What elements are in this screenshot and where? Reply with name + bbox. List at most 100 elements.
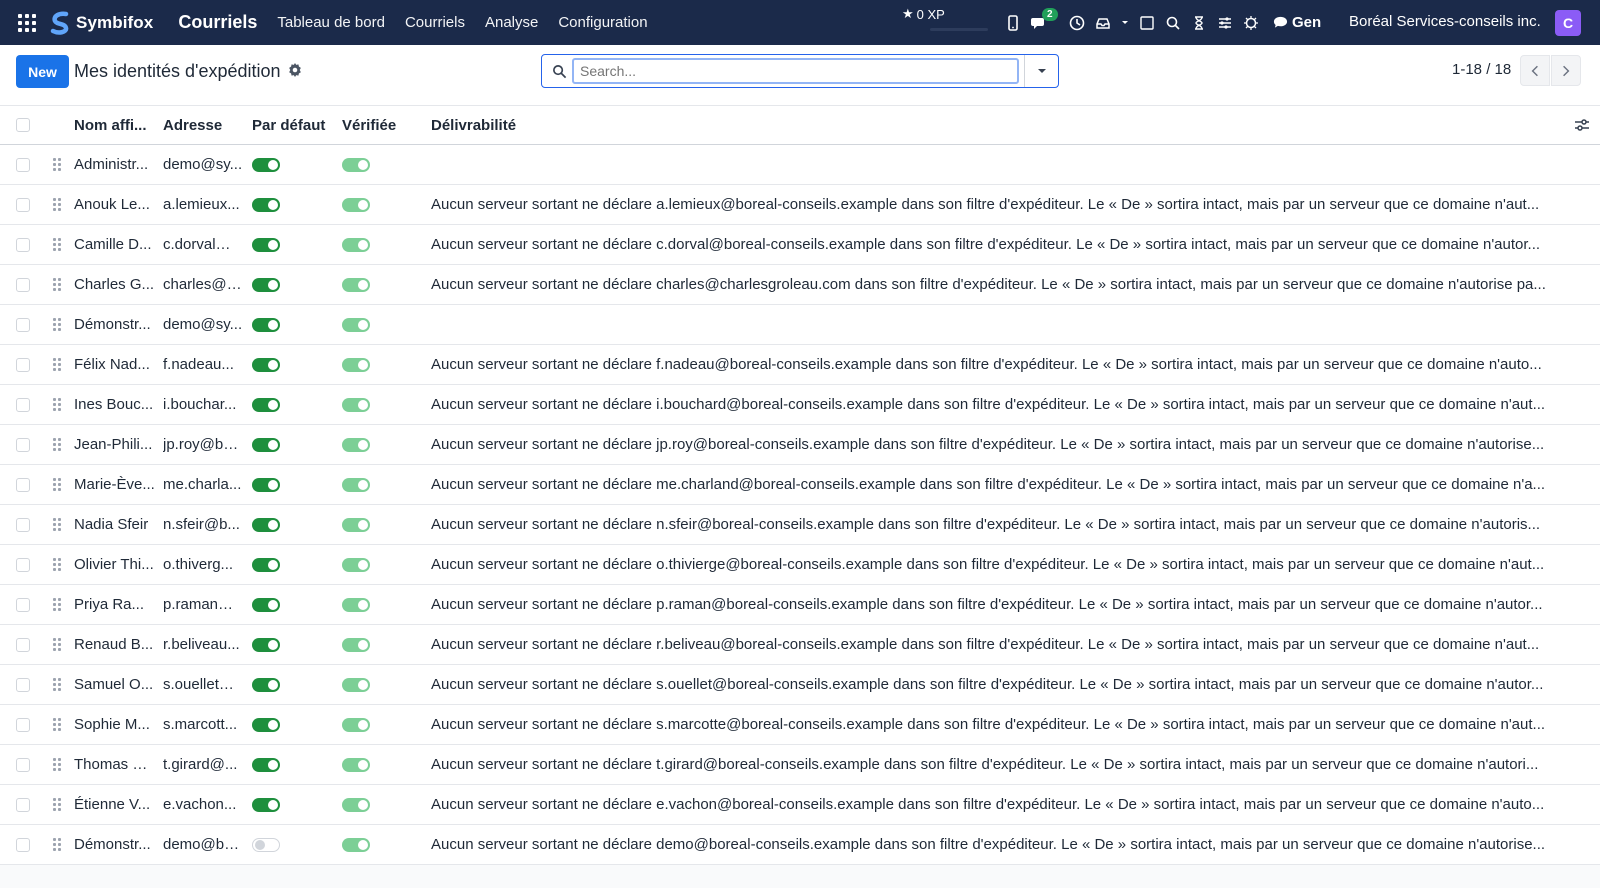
brand[interactable]: Symbifox: [49, 11, 153, 35]
chat-icon[interactable]: 2: [1031, 7, 1058, 31]
table-row[interactable]: Administr... demo@sy...: [0, 145, 1600, 185]
table-row[interactable]: Anouk Le... a.lemieux... Aucun serveur sor…: [0, 185, 1600, 225]
table-row[interactable]: Olivier Thi... o.thiverg... Aucun serveur …: [0, 545, 1600, 585]
drag-handle-icon[interactable]: [53, 278, 61, 291]
drag-handle-icon[interactable]: [53, 758, 61, 771]
column-header-deliverability[interactable]: Délivrabilité: [431, 106, 1567, 144]
row-checkbox[interactable]: [16, 717, 30, 732]
default-toggle[interactable]: [252, 717, 280, 732]
search-options-toggle[interactable]: [1024, 55, 1058, 87]
default-toggle[interactable]: [252, 797, 280, 812]
row-checkbox[interactable]: [16, 757, 30, 772]
drag-handle-icon[interactable]: [53, 198, 61, 211]
row-checkbox[interactable]: [16, 797, 30, 812]
table-row[interactable]: Ines Bouc... i.bouchar... Aucun serveur so…: [0, 385, 1600, 425]
table-row[interactable]: Samuel O... s.ouellet@... Aucun serveur so…: [0, 665, 1600, 705]
table-row[interactable]: Étienne V... e.vachon... Aucun serveur sor…: [0, 785, 1600, 825]
drag-handle-icon[interactable]: [53, 238, 61, 251]
user-avatar[interactable]: C: [1555, 10, 1581, 36]
default-toggle[interactable]: [252, 437, 280, 452]
row-checkbox[interactable]: [16, 837, 30, 852]
gen-button[interactable]: Gen: [1273, 14, 1321, 31]
row-checkbox[interactable]: [16, 277, 30, 292]
menu-item-configuration[interactable]: Configuration: [558, 14, 647, 31]
default-toggle[interactable]: [252, 157, 280, 172]
menu-item-emails[interactable]: Courriels: [405, 14, 465, 31]
table-row[interactable]: Démonstr... demo@sy...: [0, 305, 1600, 345]
drag-handle-icon[interactable]: [53, 318, 61, 331]
drag-handle-icon[interactable]: [53, 558, 61, 571]
table-row[interactable]: Renaud B... r.beliveau... Aucun serveur so…: [0, 625, 1600, 665]
company-switcher[interactable]: Boréal Services-conseils inc.: [1349, 13, 1541, 30]
drag-handle-icon[interactable]: [53, 798, 61, 811]
table-row[interactable]: Nadia Sfeir n.sfeir@b... Aucun serveur sor…: [0, 505, 1600, 545]
drag-handle-icon[interactable]: [53, 438, 61, 451]
drag-handle-icon[interactable]: [53, 598, 61, 611]
default-toggle[interactable]: [252, 277, 280, 292]
default-toggle[interactable]: [252, 237, 280, 252]
row-checkbox[interactable]: [16, 557, 30, 572]
table-row[interactable]: Jean-Phili... jp.roy@bo... Aucun serveur s…: [0, 425, 1600, 465]
new-button[interactable]: New: [16, 55, 69, 88]
table-row[interactable]: Priya Ra... p.raman@... Aucun serveur sort…: [0, 585, 1600, 625]
default-toggle[interactable]: [252, 637, 280, 652]
optional-columns-icon[interactable]: [1574, 118, 1590, 132]
bug-icon[interactable]: [1243, 15, 1259, 31]
row-checkbox[interactable]: [16, 157, 30, 172]
default-toggle[interactable]: [252, 197, 280, 212]
hourglass-icon[interactable]: [1191, 15, 1207, 31]
drag-handle-icon[interactable]: [53, 678, 61, 691]
drag-handle-icon[interactable]: [53, 838, 61, 851]
column-header-address[interactable]: Adresse: [163, 106, 243, 144]
pager-next-button[interactable]: [1551, 55, 1581, 86]
default-toggle[interactable]: [252, 557, 280, 572]
caret-down-icon[interactable]: [1121, 15, 1129, 31]
column-header-name[interactable]: Nom affi...: [74, 106, 156, 144]
drag-handle-icon[interactable]: [53, 638, 61, 651]
drag-handle-icon[interactable]: [53, 158, 61, 171]
tablet-icon[interactable]: [1139, 15, 1155, 31]
table-row[interactable]: Félix Nad... f.nadeau... Aucun serveur sor…: [0, 345, 1600, 385]
apps-grid-icon[interactable]: [18, 13, 36, 32]
row-checkbox[interactable]: [16, 437, 30, 452]
default-toggle[interactable]: [252, 517, 280, 532]
row-checkbox[interactable]: [16, 397, 30, 412]
row-checkbox[interactable]: [16, 677, 30, 692]
drag-handle-icon[interactable]: [53, 518, 61, 531]
search-icon[interactable]: [1165, 15, 1181, 31]
pager-previous-button[interactable]: [1520, 55, 1550, 86]
table-row[interactable]: Sophie M... s.marcott... Aucun serveur sor…: [0, 705, 1600, 745]
mobile-icon[interactable]: [1005, 14, 1021, 31]
app-name[interactable]: Courriels: [178, 12, 257, 33]
drag-handle-icon[interactable]: [53, 718, 61, 731]
menu-item-dashboard[interactable]: Tableau de bord: [277, 14, 385, 31]
clock-icon[interactable]: [1069, 15, 1085, 31]
drag-handle-icon[interactable]: [53, 478, 61, 491]
pager-value[interactable]: 1-18 / 18: [1452, 61, 1511, 78]
column-header-default[interactable]: Par défaut: [252, 106, 332, 144]
row-checkbox[interactable]: [16, 317, 30, 332]
default-toggle[interactable]: [252, 477, 280, 492]
drag-handle-icon[interactable]: [53, 398, 61, 411]
search-input[interactable]: [572, 58, 1019, 84]
inbox-icon[interactable]: [1095, 15, 1111, 31]
column-header-verified[interactable]: Vérifiée: [342, 106, 422, 144]
default-toggle[interactable]: [252, 397, 280, 412]
default-toggle[interactable]: [252, 757, 280, 772]
select-all-checkbox[interactable]: [16, 118, 30, 132]
row-checkbox[interactable]: [16, 597, 30, 612]
row-checkbox[interactable]: [16, 517, 30, 532]
row-checkbox[interactable]: [16, 197, 30, 212]
table-row[interactable]: Camille D... c.dorval@... Aucun serveur so…: [0, 225, 1600, 265]
row-checkbox[interactable]: [16, 637, 30, 652]
row-checkbox[interactable]: [16, 237, 30, 252]
default-toggle[interactable]: [252, 357, 280, 372]
default-toggle[interactable]: [252, 837, 280, 852]
menu-item-analysis[interactable]: Analyse: [485, 14, 538, 31]
gear-icon[interactable]: [288, 63, 302, 77]
row-checkbox[interactable]: [16, 477, 30, 492]
row-checkbox[interactable]: [16, 357, 30, 372]
drag-handle-icon[interactable]: [53, 358, 61, 371]
table-row[interactable]: Charles G... charles@c... Aucun serveur so…: [0, 265, 1600, 305]
default-toggle[interactable]: [252, 597, 280, 612]
